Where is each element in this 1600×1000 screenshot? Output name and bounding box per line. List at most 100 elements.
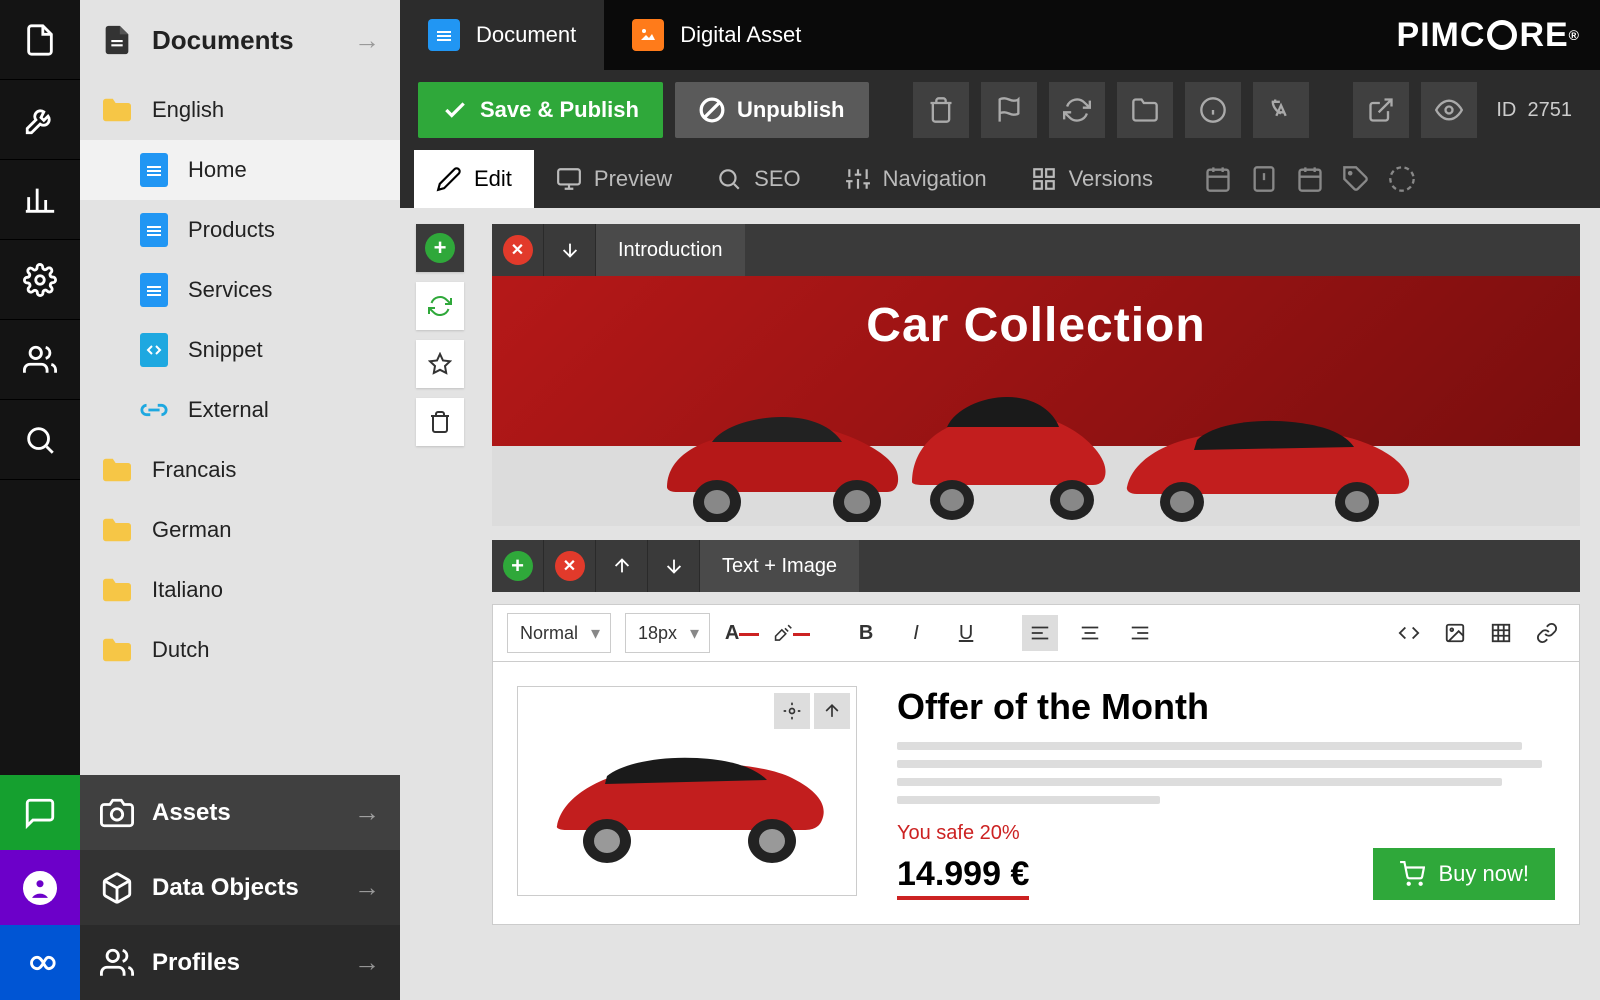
rte-align-right-button[interactable]	[1122, 615, 1158, 651]
move-textimage-down-button[interactable]	[648, 540, 700, 592]
tree-folder-german[interactable]: German	[80, 500, 400, 560]
rail-users-icon[interactable]	[0, 320, 80, 400]
button-label: Buy now!	[1439, 861, 1530, 887]
folder-button[interactable]	[1117, 82, 1173, 138]
car-convertible-icon	[537, 716, 837, 866]
rte-bgcolor-button[interactable]	[774, 615, 810, 651]
link-icon	[140, 393, 168, 427]
rte-code-button[interactable]	[1391, 615, 1427, 651]
save-publish-button[interactable]: Save & Publish	[418, 82, 663, 138]
tree-item-services[interactable]: Services	[80, 260, 400, 320]
info-button[interactable]	[1185, 82, 1241, 138]
image-dropzone[interactable]	[517, 686, 857, 896]
tree-item-products[interactable]: Products	[80, 200, 400, 260]
delete-button[interactable]	[913, 82, 969, 138]
favorite-block-button[interactable]	[416, 340, 464, 388]
rail-chat-icon[interactable]	[0, 775, 80, 850]
image-upload-button[interactable]	[814, 693, 850, 729]
rte-align-left-button[interactable]	[1022, 615, 1058, 651]
offer-price: 14.999 €	[897, 855, 1029, 900]
tree-header: Documents →	[80, 0, 400, 80]
sectab-seo[interactable]: SEO	[694, 150, 822, 208]
rte-textcolor-button[interactable]: A	[724, 615, 760, 651]
rail-tools-icon[interactable]	[0, 80, 80, 160]
snippet-icon	[140, 333, 168, 367]
rail-settings-icon[interactable]	[0, 240, 80, 320]
translate-button[interactable]	[1253, 82, 1309, 138]
add-block-button[interactable]: +	[416, 224, 464, 272]
rte-align-center-button[interactable]	[1072, 615, 1108, 651]
open-external-button[interactable]	[1353, 82, 1409, 138]
sectab-label: SEO	[754, 166, 800, 192]
unpublish-button[interactable]: Unpublish	[675, 82, 869, 138]
tag-icon[interactable]	[1333, 156, 1379, 202]
tree-item-label: Home	[188, 157, 247, 183]
date-icon[interactable]	[1287, 156, 1333, 202]
tree-folder-label: English	[152, 97, 224, 123]
page-icon	[140, 153, 168, 187]
offer-savings: You safe 20%	[897, 822, 1555, 845]
rail-search-icon[interactable]	[0, 400, 80, 480]
panel-label: Data Objects	[152, 874, 299, 902]
rte-link-button[interactable]	[1529, 615, 1565, 651]
offer-heading: Offer of the Month	[897, 686, 1555, 728]
schedule-icon[interactable]	[1195, 156, 1241, 202]
remove-introduction-button[interactable]: ✕	[492, 224, 544, 276]
brand-logo: PIMCRE®	[1396, 16, 1580, 55]
flag-button[interactable]	[981, 82, 1037, 138]
rte-italic-button[interactable]: I	[898, 615, 934, 651]
move-textimage-up-button[interactable]	[596, 540, 648, 592]
rail-profile-icon[interactable]	[0, 850, 80, 925]
rail-infinity-icon[interactable]	[0, 925, 80, 1000]
tree-item-label: Products	[188, 217, 275, 243]
sectab-versions[interactable]: Versions	[1009, 150, 1175, 208]
tree-item-snippet[interactable]: Snippet	[80, 320, 400, 380]
tree-folder-italiano[interactable]: Italiano	[80, 560, 400, 620]
document-id: ID 2751	[1496, 99, 1582, 122]
add-textimage-button[interactable]: +	[492, 540, 544, 592]
image-focal-button[interactable]	[774, 693, 810, 729]
sectab-preview[interactable]: Preview	[534, 150, 694, 208]
tree-folder-label: Dutch	[152, 637, 209, 663]
tab-document[interactable]: Document	[400, 0, 604, 70]
collapse-tree-icon[interactable]: →	[354, 25, 380, 56]
panel-profiles[interactable]: Profiles→	[80, 925, 400, 1000]
tab-digital-asset[interactable]: Digital Asset	[604, 0, 829, 70]
rte-image-button[interactable]	[1437, 615, 1473, 651]
placeholder-text-icon	[897, 796, 1160, 804]
refresh-button[interactable]	[1049, 82, 1105, 138]
rte-underline-button[interactable]: U	[948, 615, 984, 651]
tree-folder-dutch[interactable]: Dutch	[80, 620, 400, 680]
notes-icon[interactable]	[1241, 156, 1287, 202]
tree-folder-francais[interactable]: Francais	[80, 440, 400, 500]
sectab-navigation[interactable]: Navigation	[823, 150, 1009, 208]
tree-item-label: Snippet	[188, 337, 263, 363]
tree-title: Documents	[152, 25, 294, 56]
rte-size-select[interactable]: 18px	[625, 613, 710, 653]
panel-assets[interactable]: Assets→	[80, 775, 400, 850]
remove-textimage-button[interactable]: ✕	[544, 540, 596, 592]
move-introduction-down-button[interactable]	[544, 224, 596, 276]
hero-block[interactable]: Car Collection	[492, 276, 1580, 526]
tree-item-label: External	[188, 397, 269, 423]
rail-documents-icon[interactable]	[0, 0, 80, 80]
tree-item-external[interactable]: External	[80, 380, 400, 440]
hero-title: Car Collection	[492, 298, 1580, 353]
preview-eye-button[interactable]	[1421, 82, 1477, 138]
tree-folder-english[interactable]: English	[80, 80, 400, 140]
rail-reports-icon[interactable]	[0, 160, 80, 240]
rte-style-select[interactable]: Normal	[507, 613, 611, 653]
page-icon	[140, 213, 168, 247]
rte-table-button[interactable]	[1483, 615, 1519, 651]
reload-block-button[interactable]	[416, 282, 464, 330]
block-label: Text + Image	[700, 540, 859, 592]
panel-dataobjects[interactable]: Data Objects→	[80, 850, 400, 925]
rte-body[interactable]: Offer of the Month You safe 20% 14.999 €…	[492, 662, 1580, 925]
delete-block-button[interactable]	[416, 398, 464, 446]
workflow-icon[interactable]	[1379, 156, 1425, 202]
tree-folder-label: Francais	[152, 457, 236, 483]
rte-bold-button[interactable]: B	[848, 615, 884, 651]
tree-item-home[interactable]: Home	[80, 140, 400, 200]
buy-now-button[interactable]: Buy now!	[1373, 848, 1556, 900]
sectab-edit[interactable]: Edit	[414, 150, 534, 208]
